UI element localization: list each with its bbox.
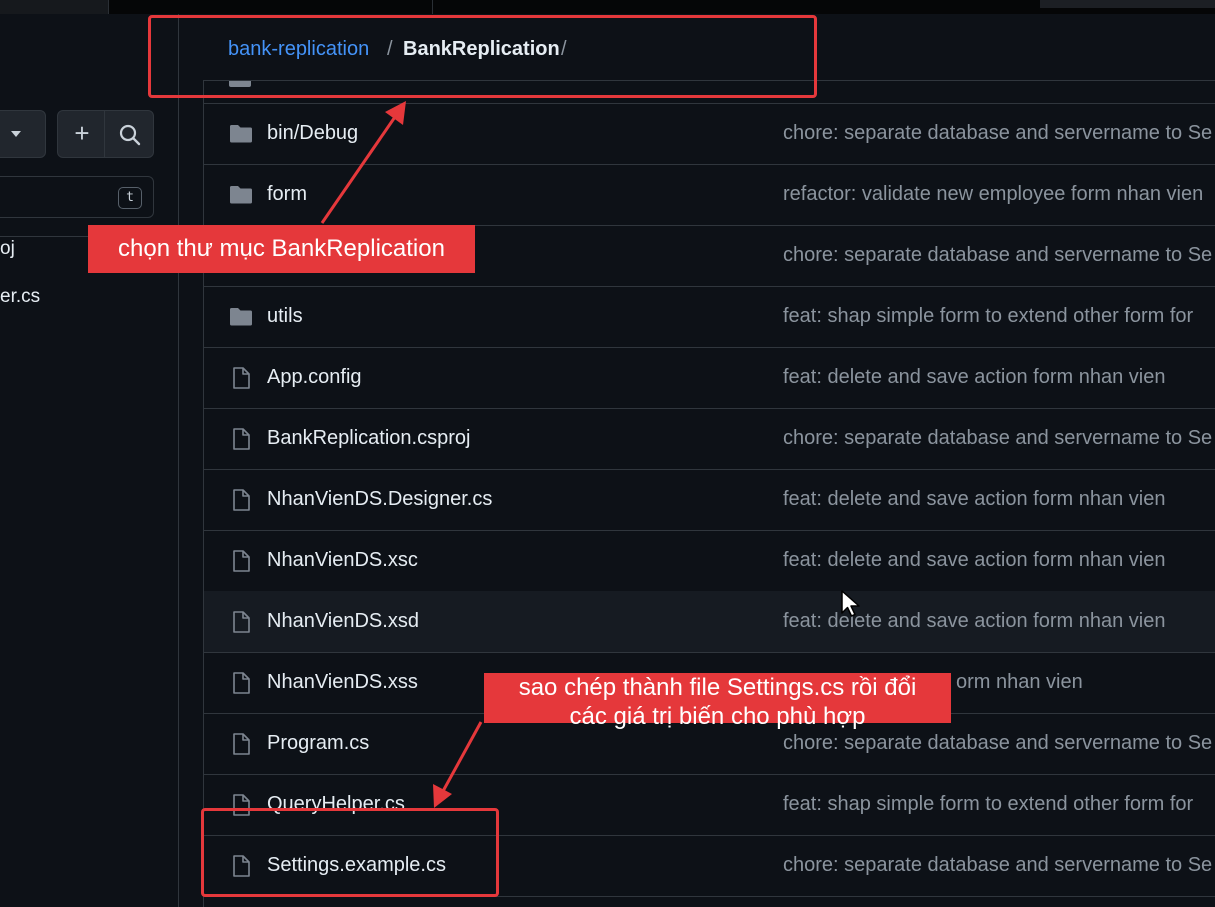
top-strip-segment bbox=[0, 0, 109, 14]
commit-message-link[interactable]: chore: separate database and servername … bbox=[783, 244, 1212, 267]
annotation-label-bottom: sao chép thành file Settings.cs rồi đổi … bbox=[484, 673, 951, 730]
commit-message-link[interactable]: feat: shap simple form to extend other f… bbox=[783, 793, 1193, 816]
commit-message-link[interactable]: chore: separate database and servername … bbox=[783, 732, 1212, 755]
file-name-link[interactable]: bin/Debug bbox=[267, 122, 358, 145]
commit-message-link[interactable]: feat: delete and save action form nhan v… bbox=[783, 366, 1165, 389]
shortcut-key-badge: t bbox=[118, 187, 142, 209]
file-name-link[interactable]: NhanVienDS.xss bbox=[267, 671, 418, 694]
file-icon bbox=[233, 733, 250, 755]
file-name-link[interactable]: form bbox=[267, 183, 307, 206]
commit-message-link[interactable]: chore: separate database and servername … bbox=[783, 854, 1212, 877]
annotation-line: sao chép thành file Settings.cs rồi đổi bbox=[518, 674, 917, 701]
file-name-link[interactable]: BankReplication.csproj bbox=[267, 427, 470, 450]
top-strip-segment bbox=[1040, 0, 1215, 8]
branch-selector-button[interactable] bbox=[0, 110, 46, 158]
file-icon bbox=[233, 367, 250, 389]
go-to-file-input[interactable]: t bbox=[0, 176, 154, 218]
folder-icon bbox=[230, 186, 252, 204]
annotation-highlight-settings-file bbox=[201, 808, 499, 897]
commit-message-link[interactable]: refactor: validate new employee form nha… bbox=[783, 183, 1203, 206]
folder-icon bbox=[230, 308, 252, 326]
file-icon bbox=[233, 672, 250, 694]
commit-message-link[interactable]: chore: separate database and servername … bbox=[783, 427, 1212, 450]
chevron-down-icon bbox=[11, 131, 21, 137]
table-row[interactable]: utils feat: shap simple form to extend o… bbox=[204, 286, 1215, 348]
sidebar-border bbox=[178, 14, 179, 907]
table-row[interactable]: form refactor: validate new employee for… bbox=[204, 164, 1215, 226]
annotation-highlight-breadcrumb bbox=[148, 15, 817, 98]
file-tree-sidebar: + t oj er.cs bbox=[0, 14, 178, 907]
table-row[interactable]: BankReplication.csproj chore: separate d… bbox=[204, 408, 1215, 470]
file-name-link[interactable]: App.config bbox=[267, 366, 362, 389]
top-strip-divider bbox=[432, 0, 433, 14]
annotation-line: các giá trị biến cho phù hợp bbox=[569, 703, 866, 730]
commit-message-link[interactable]: feat: shap simple form to extend other f… bbox=[783, 305, 1193, 328]
file-name-link[interactable]: NhanVienDS.xsc bbox=[267, 549, 418, 572]
search-icon[interactable] bbox=[118, 123, 142, 147]
add-file-icon[interactable]: + bbox=[71, 120, 93, 146]
table-row[interactable]: NhanVienDS.xsc feat: delete and save act… bbox=[204, 530, 1215, 592]
file-table: bin/Debug chore: separate database and s… bbox=[203, 80, 1215, 907]
button-separator bbox=[104, 111, 105, 157]
file-name-link[interactable]: NhanVienDS.Designer.cs bbox=[267, 488, 492, 511]
table-row[interactable]: NhanVienDS.xsd feat: delete and save act… bbox=[204, 591, 1215, 653]
file-name-link[interactable]: Program.cs bbox=[267, 732, 369, 755]
commit-message-link[interactable]: orm nhan vien bbox=[956, 671, 1083, 694]
file-name-link[interactable]: NhanVienDS.xsd bbox=[267, 610, 419, 633]
file-icon bbox=[233, 550, 250, 572]
commit-message-link[interactable]: chore: separate database and servername … bbox=[783, 122, 1212, 145]
table-row[interactable]: App.config feat: delete and save action … bbox=[204, 347, 1215, 409]
window-top-strip bbox=[0, 0, 1215, 14]
annotation-label-top: chọn thư mục BankReplication bbox=[88, 225, 475, 273]
sidebar-tree-item[interactable]: er.cs bbox=[0, 286, 40, 308]
commit-message-link[interactable]: feat: delete and save action form nhan v… bbox=[783, 549, 1165, 572]
file-name-link[interactable]: utils bbox=[267, 305, 303, 328]
mouse-pointer-icon bbox=[841, 590, 860, 617]
sidebar-tree-item[interactable]: oj bbox=[0, 238, 15, 260]
table-row[interactable]: NhanVienDS.Designer.cs feat: delete and … bbox=[204, 469, 1215, 531]
table-row[interactable]: bin/Debug chore: separate database and s… bbox=[204, 103, 1215, 165]
sidebar-action-group: + bbox=[57, 110, 154, 158]
file-icon bbox=[233, 428, 250, 450]
file-icon bbox=[233, 489, 250, 511]
folder-icon bbox=[230, 125, 252, 143]
file-icon bbox=[233, 611, 250, 633]
commit-message-link[interactable]: feat: delete and save action form nhan v… bbox=[783, 488, 1165, 511]
